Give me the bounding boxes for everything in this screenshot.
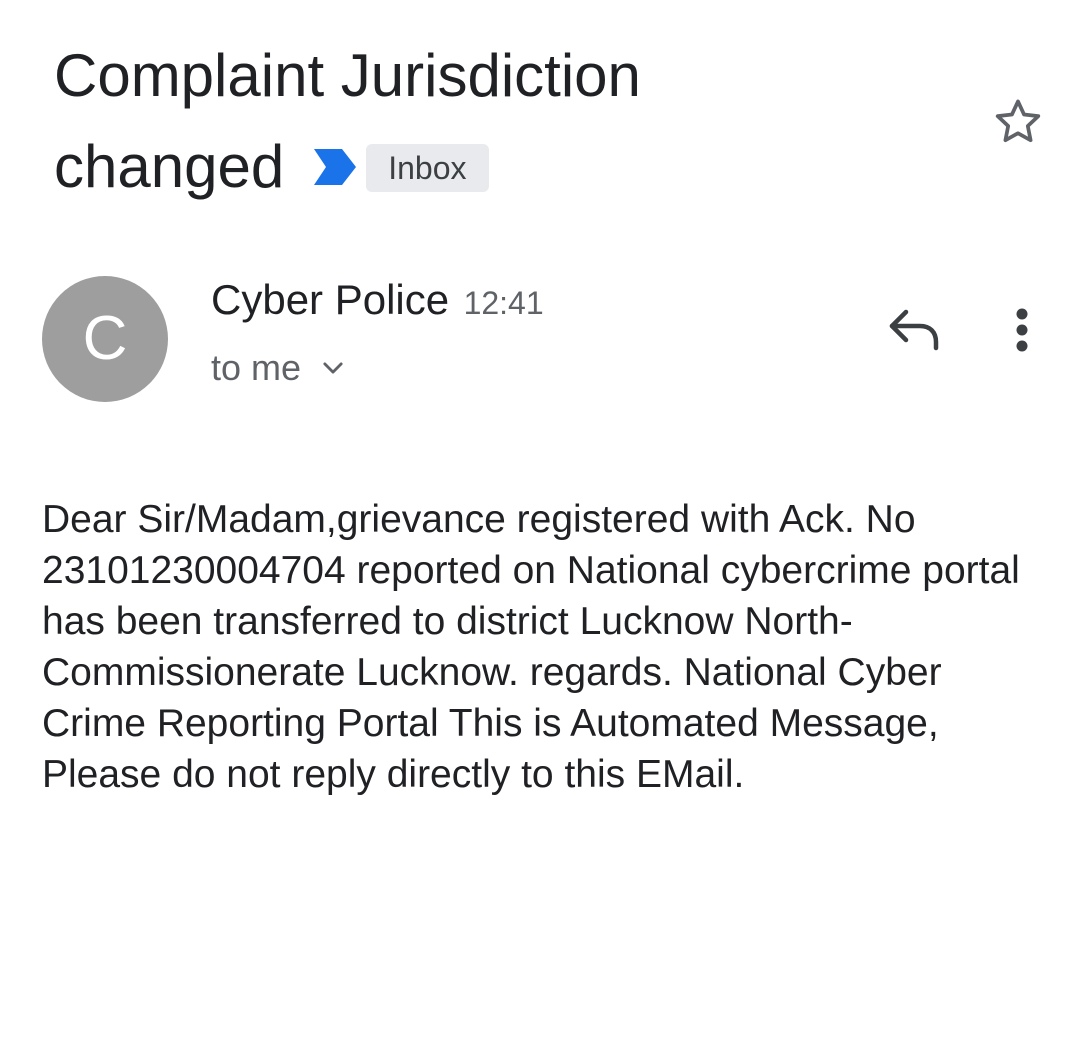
chevron-down-icon xyxy=(323,362,343,374)
star-icon[interactable] xyxy=(990,94,1046,150)
importance-marker-icon[interactable] xyxy=(312,147,358,187)
message-body: Dear Sir/Madam,grievance registered with… xyxy=(42,498,1020,796)
recipient-text: to me xyxy=(211,347,302,388)
avatar-initial: C xyxy=(82,304,128,373)
avatar[interactable]: C xyxy=(42,276,168,402)
recipient-details-toggle[interactable]: to me xyxy=(211,344,347,392)
subject-text-line-1: Complaint Jurisdiction xyxy=(54,42,641,109)
inbox-label-chip[interactable]: Inbox xyxy=(366,144,489,192)
sender-name[interactable]: Cyber Police xyxy=(211,276,449,323)
sender-info: Cyber Police 12:41 xyxy=(211,272,544,328)
subject-title: Complaint Jurisdiction xyxy=(54,40,641,112)
more-vert-icon[interactable] xyxy=(1000,300,1044,360)
reply-icon[interactable] xyxy=(884,302,942,356)
sent-time: 12:41 xyxy=(463,285,544,321)
subject-title-continued: changed Inbox xyxy=(54,131,489,203)
subject-text-line-2: changed xyxy=(54,133,285,200)
